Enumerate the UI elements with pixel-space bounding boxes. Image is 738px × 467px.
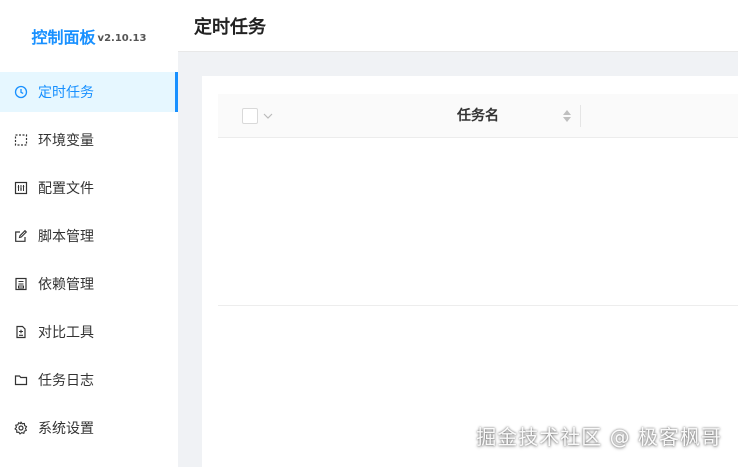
sidebar-item-label: 脚本管理 xyxy=(38,229,94,245)
package-icon xyxy=(14,277,28,291)
table-body-divider xyxy=(218,305,738,306)
sidebar-item-scripts[interactable]: 脚本管理 xyxy=(0,216,178,256)
sidebar-menu: 定时任务 环境变量 配置文件 脚本管理 依赖管理 对比工具 任务日志 系统设置 xyxy=(0,72,178,456)
page-header: 定时任务 xyxy=(178,0,738,52)
sidebar-item-task-logs[interactable]: 任务日志 xyxy=(0,360,178,400)
sidebar-item-label: 依赖管理 xyxy=(38,277,94,293)
sidebar-item-settings[interactable]: 系统设置 xyxy=(0,408,178,448)
sidebar-item-config-files[interactable]: 配置文件 xyxy=(0,168,178,208)
sidebar-item-label: 系统设置 xyxy=(38,421,94,437)
app-version: v2.10.13 xyxy=(97,32,147,44)
main-content: 任务名 xyxy=(202,76,738,467)
sidebar-item-dependencies[interactable]: 依赖管理 xyxy=(0,264,178,304)
config-file-icon xyxy=(14,181,28,195)
app-logo[interactable]: 控制面板 v2.10.13 xyxy=(0,0,178,72)
table-header: 任务名 xyxy=(218,94,738,138)
sort-icon[interactable] xyxy=(562,108,572,124)
column-header-task-name[interactable]: 任务名 xyxy=(398,94,558,138)
watermark: 掘金技术社区 @ 极客枫哥 xyxy=(476,425,722,449)
sidebar-item-label: 配置文件 xyxy=(38,181,94,197)
page-title: 定时任务 xyxy=(194,16,266,38)
sidebar-item-label: 定时任务 xyxy=(38,85,94,101)
clock-icon xyxy=(14,85,28,99)
column-divider xyxy=(580,105,581,127)
edit-icon xyxy=(14,229,28,243)
app-title: 控制面板 xyxy=(31,28,96,47)
sidebar-item-label: 环境变量 xyxy=(38,133,94,149)
select-all-checkbox[interactable] xyxy=(242,108,258,124)
diff-icon xyxy=(14,325,28,339)
sidebar: 控制面板 v2.10.13 定时任务 环境变量 配置文件 脚本管理 依赖管理 对… xyxy=(0,0,178,467)
sidebar-item-env-vars[interactable]: 环境变量 xyxy=(0,120,178,160)
folder-icon xyxy=(14,373,28,387)
dashed-box-icon xyxy=(14,133,28,147)
chevron-down-icon[interactable] xyxy=(262,108,274,124)
sidebar-item-label: 任务日志 xyxy=(38,373,94,389)
sidebar-item-cron-tasks[interactable]: 定时任务 xyxy=(0,72,178,112)
sidebar-item-label: 对比工具 xyxy=(38,325,94,341)
sidebar-item-diff-tool[interactable]: 对比工具 xyxy=(0,312,178,352)
gear-icon xyxy=(14,421,28,435)
